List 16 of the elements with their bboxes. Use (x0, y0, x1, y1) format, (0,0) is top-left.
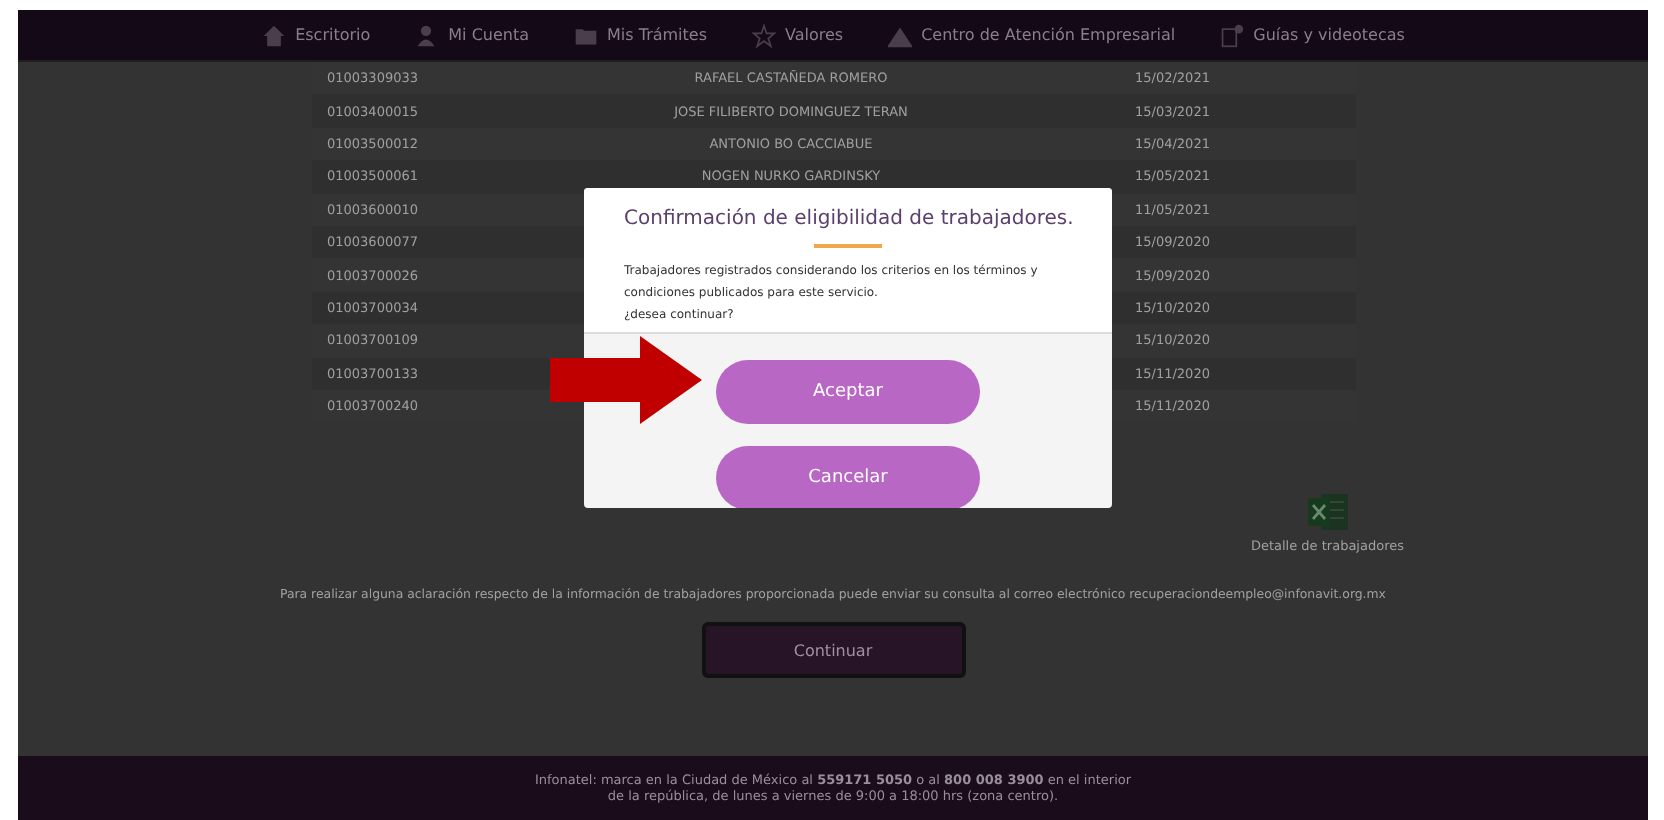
nav-link[interactable]: Guías y videotecas (1219, 23, 1405, 47)
nav-link[interactable]: Centro de Atención Empresarial (887, 23, 1176, 47)
home-icon (261, 23, 286, 47)
continue-button[interactable]: Continuar (701, 622, 965, 679)
document-icon (1219, 23, 1244, 47)
nav-link[interactable]: Valores (751, 23, 844, 47)
dialog-title: Confirmación de eligibilidad de trabajadores. (624, 208, 1072, 230)
nav-link[interactable]: Escritorio (261, 23, 371, 47)
nav-link[interactable]: Mi Cuenta (414, 23, 530, 47)
dialog-button[interactable]: Cancelar (716, 446, 980, 508)
folder-icon (573, 23, 598, 47)
star-icon (751, 23, 775, 47)
user-icon (414, 23, 439, 47)
spreadsheet-icon (1305, 490, 1350, 535)
dialog-button[interactable]: Aceptar (716, 360, 980, 424)
nav-link[interactable]: Mis Trámites (573, 23, 707, 47)
